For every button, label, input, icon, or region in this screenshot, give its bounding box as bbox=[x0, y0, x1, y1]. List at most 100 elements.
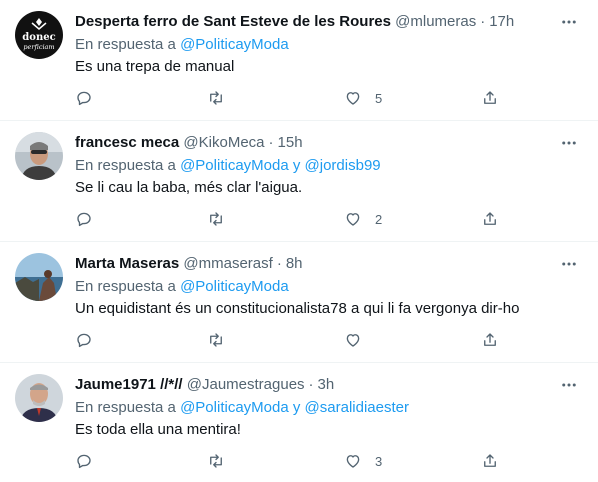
more-options-button[interactable] bbox=[558, 11, 580, 33]
reply-prefix: En respuesta a bbox=[75, 278, 176, 295]
tweet-text: Un equidistant és un constitucionalista7… bbox=[75, 300, 520, 317]
mention-link[interactable]: @saralidiaester bbox=[305, 399, 409, 416]
timestamp[interactable]: 17h bbox=[489, 13, 514, 30]
retweet-button[interactable] bbox=[207, 207, 225, 231]
heart-icon bbox=[346, 334, 360, 347]
mention-joiner: y bbox=[292, 157, 301, 174]
more-icon bbox=[562, 20, 576, 24]
retweet-button[interactable] bbox=[207, 328, 225, 352]
mention-joiner: y bbox=[292, 399, 301, 416]
tweet-actions: 3 bbox=[75, 449, 500, 473]
timestamp[interactable]: 3h bbox=[318, 376, 335, 393]
mention-link[interactable]: @PoliticayModa bbox=[180, 278, 289, 295]
reply-button[interactable] bbox=[75, 207, 93, 231]
user-handle[interactable]: @mmaserasf bbox=[183, 255, 272, 272]
share-button[interactable] bbox=[481, 449, 499, 473]
more-icon bbox=[562, 141, 576, 145]
tweet-header: francesc meca @KikoMeca · 15h bbox=[75, 133, 303, 153]
tweet[interactable]: francesc meca @KikoMeca · 15h En respuesta… bbox=[0, 121, 598, 242]
display-name[interactable]: francesc meca bbox=[75, 134, 179, 151]
timestamp[interactable]: 8h bbox=[286, 255, 303, 272]
mention-link[interactable]: @jordisb99 bbox=[305, 157, 381, 174]
more-options-button[interactable] bbox=[558, 253, 580, 275]
display-name[interactable]: Jaume1971 //*// bbox=[75, 376, 183, 393]
separator-dot: · bbox=[480, 13, 486, 30]
reply-button[interactable] bbox=[75, 86, 93, 110]
avatar[interactable] bbox=[15, 374, 63, 422]
share-button[interactable] bbox=[481, 86, 499, 110]
share-icon bbox=[484, 91, 496, 104]
reply-icon bbox=[77, 454, 91, 469]
share-icon bbox=[484, 454, 496, 467]
svg-text:perficiam: perficiam bbox=[23, 43, 54, 51]
like-button[interactable]: 3 bbox=[344, 449, 382, 473]
reply-context: En respuesta a @PoliticayModa bbox=[75, 35, 289, 55]
display-name[interactable]: Marta Maseras bbox=[75, 255, 179, 272]
svg-text:donec: donec bbox=[22, 32, 55, 43]
user-handle[interactable]: @KikoMeca bbox=[183, 134, 264, 151]
like-button[interactable]: 2 bbox=[344, 207, 382, 231]
reply-timeline: donec perficiam Desperta ferro de Sant E… bbox=[0, 0, 598, 482]
retweet-icon bbox=[210, 333, 222, 347]
more-icon bbox=[562, 383, 576, 387]
reply-context: En respuesta a @PoliticayModa y @jordisb… bbox=[75, 156, 381, 176]
tweet-header: Desperta ferro de Sant Esteve de les Rou… bbox=[75, 12, 514, 32]
share-icon bbox=[484, 212, 496, 225]
more-options-button[interactable] bbox=[558, 374, 580, 396]
retweet-icon bbox=[210, 212, 222, 226]
retweet-button[interactable] bbox=[207, 449, 225, 473]
like-button[interactable] bbox=[344, 328, 375, 352]
retweet-icon bbox=[210, 454, 222, 468]
tweet[interactable]: Marta Maseras @mmaserasf · 8h En respuesta… bbox=[0, 242, 598, 363]
avatar-photo bbox=[15, 132, 63, 180]
tweet-text: Es toda ella una mentira! bbox=[75, 421, 241, 438]
retweet-button[interactable] bbox=[207, 86, 225, 110]
separator-dot: · bbox=[308, 376, 314, 393]
reply-icon bbox=[77, 333, 91, 348]
avatar[interactable] bbox=[15, 253, 63, 301]
reply-button[interactable] bbox=[75, 449, 93, 473]
share-icon bbox=[484, 333, 496, 346]
tweet-text: Se li cau la baba, més clar l'aigua. bbox=[75, 179, 303, 196]
avatar[interactable] bbox=[15, 132, 63, 180]
more-options-button[interactable] bbox=[558, 132, 580, 154]
reply-prefix: En respuesta a bbox=[75, 399, 176, 416]
avatar[interactable]: donec perficiam bbox=[15, 11, 63, 59]
like-count: 2 bbox=[375, 211, 383, 227]
heart-icon bbox=[346, 213, 360, 226]
user-handle[interactable]: @mlumeras bbox=[395, 13, 476, 30]
reply-icon bbox=[77, 212, 91, 227]
tweet-actions: 5 bbox=[75, 86, 500, 110]
reply-button[interactable] bbox=[75, 328, 93, 352]
reply-icon bbox=[77, 91, 91, 106]
mention-link[interactable]: @PoliticayModa bbox=[180, 157, 289, 174]
reply-prefix: En respuesta a bbox=[75, 36, 176, 53]
tweet-text: Es una trepa de manual bbox=[75, 58, 235, 75]
reply-context: En respuesta a @PoliticayModa bbox=[75, 277, 289, 297]
timestamp[interactable]: 15h bbox=[278, 134, 303, 151]
separator-dot: · bbox=[268, 134, 274, 151]
mention-link[interactable]: @PoliticayModa bbox=[180, 399, 289, 416]
avatar-logo: donec perficiam bbox=[15, 11, 63, 59]
share-button[interactable] bbox=[481, 207, 499, 231]
tweet-actions: 2 bbox=[75, 207, 500, 231]
tweet-header: Jaume1971 //*// @Jaumestragues · 3h bbox=[75, 375, 334, 395]
tweet-actions bbox=[75, 328, 500, 352]
share-button[interactable] bbox=[481, 328, 499, 352]
mention-link[interactable]: @PoliticayModa bbox=[180, 36, 289, 53]
heart-icon bbox=[346, 455, 360, 468]
more-icon bbox=[562, 262, 576, 266]
tweet[interactable]: donec perficiam Desperta ferro de Sant E… bbox=[0, 0, 598, 121]
avatar-photo bbox=[15, 253, 63, 301]
user-handle[interactable]: @Jaumestragues bbox=[187, 376, 305, 393]
like-count: 5 bbox=[375, 90, 383, 106]
display-name[interactable]: Desperta ferro de Sant Esteve de les Rou… bbox=[75, 13, 391, 30]
retweet-icon bbox=[210, 91, 222, 105]
like-count: 3 bbox=[375, 453, 383, 469]
reply-prefix: En respuesta a bbox=[75, 157, 176, 174]
like-button[interactable]: 5 bbox=[344, 86, 382, 110]
tweet-header: Marta Maseras @mmaserasf · 8h bbox=[75, 254, 303, 274]
separator-dot: · bbox=[276, 255, 282, 272]
avatar-photo bbox=[15, 374, 63, 422]
tweet[interactable]: Jaume1971 //*// @Jaumestragues · 3h En res… bbox=[0, 363, 598, 482]
